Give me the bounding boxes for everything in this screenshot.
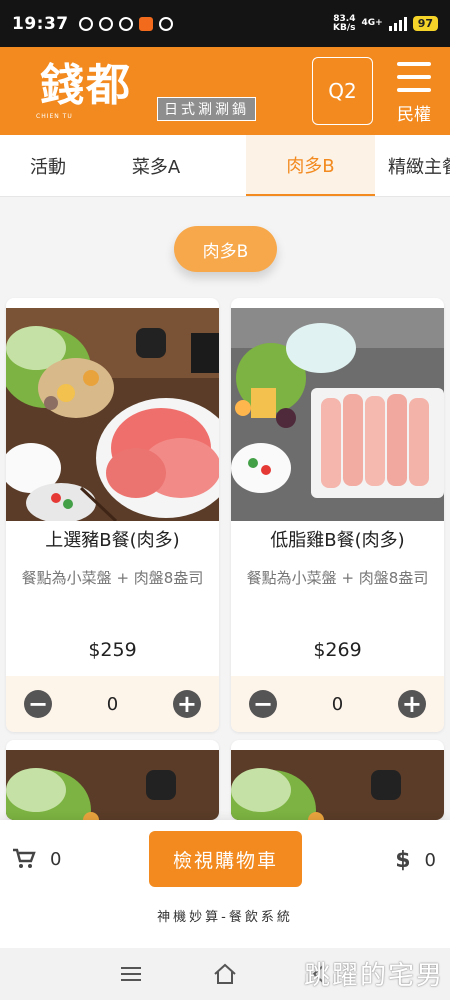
watermark: 跳躍的宅男 xyxy=(303,961,444,991)
product-description: 餐點為小菜盤 + 肉盤8盎司 xyxy=(21,569,204,587)
plus-button[interactable]: + xyxy=(172,690,201,718)
menu-button-label: 民權 xyxy=(397,105,431,125)
network-speed: 83.4 KB/s xyxy=(333,13,356,33)
minus-button[interactable]: − xyxy=(249,690,277,718)
product-image[interactable] xyxy=(231,750,444,820)
product-name: 低脂雞B餐(肉多) xyxy=(270,530,405,551)
status-right: 83.4 KB/s 4G+ 97 xyxy=(333,13,438,33)
quantity-value: 0 xyxy=(106,693,119,715)
product-image-chicken[interactable] xyxy=(231,308,444,521)
hamburger-icon xyxy=(397,62,431,92)
tab-premium-meals[interactable]: 精緻主餐 xyxy=(376,135,450,196)
menu-button[interactable]: 民權 xyxy=(388,59,440,129)
notification-icons xyxy=(78,16,173,31)
cart-total-value: 0 xyxy=(424,850,436,871)
status-bar: 19:37 83.4 KB/s 4G+ 97 xyxy=(0,0,450,47)
app-header: 錢都 CHIEN TU 日式涮涮鍋 Q2 民權 xyxy=(0,47,450,135)
signal-icon xyxy=(388,16,407,31)
network-type: 4G+ xyxy=(361,18,383,28)
view-cart-button[interactable]: 檢視購物車 xyxy=(149,831,302,887)
product-card: 上選豬B餐(肉多) 餐點為小菜盤 + 肉盤8盎司 $259 − 0 + xyxy=(6,298,219,732)
product-card: 低脂雞B餐(肉多) 餐點為小菜盤 + 肉盤8盎司 $269 − 0 + xyxy=(231,298,444,732)
category-tabs: 活動 菜多A 肉多B 精緻主餐 xyxy=(0,135,450,197)
cart-summary[interactable]: 0 xyxy=(12,848,61,870)
home-icon[interactable] xyxy=(213,962,237,986)
cart-count: 0 xyxy=(50,848,62,870)
footer-brand: 神機妙算-餐飲系統 xyxy=(157,910,293,925)
quantity-value: 0 xyxy=(331,693,344,715)
table-number-button[interactable]: Q2 xyxy=(312,57,373,125)
cart-bar: 0 檢視購物車 $ 0 神機妙算-餐飲系統 xyxy=(0,820,450,948)
line-app-icon xyxy=(78,16,93,31)
messenger-app-icon xyxy=(158,16,173,31)
recent-apps-icon[interactable] xyxy=(119,962,143,986)
minus-button[interactable]: − xyxy=(24,690,52,718)
battery-icon: 97 xyxy=(412,16,438,31)
threads-app-icon xyxy=(118,16,133,31)
cart-icon xyxy=(13,848,36,868)
taobao-app-icon xyxy=(138,16,153,31)
quantity-stepper: − 0 + xyxy=(231,676,444,732)
brand-tagline: 日式涮涮鍋 xyxy=(157,97,256,121)
product-price: $259 xyxy=(88,639,137,661)
quantity-stepper: − 0 + xyxy=(6,676,219,732)
product-name: 上選豬B餐(肉多) xyxy=(45,530,180,551)
tab-more-veg-a[interactable]: 菜多A xyxy=(96,135,216,196)
cart-total: $ 0 xyxy=(395,848,436,873)
product-card-partial xyxy=(6,740,219,820)
navigation-app-icon xyxy=(98,16,113,31)
brand-logo-subtext: CHIEN TU xyxy=(36,113,73,120)
tab-more-meat-b[interactable]: 肉多B xyxy=(246,135,375,196)
brand-logo: 錢都 xyxy=(40,60,132,111)
plus-button[interactable]: + xyxy=(397,690,426,718)
product-description: 餐點為小菜盤 + 肉盤8盎司 xyxy=(246,569,429,587)
product-card-partial xyxy=(231,740,444,820)
dollar-icon: $ xyxy=(395,848,411,873)
product-image-pork[interactable] xyxy=(6,308,219,521)
tab-activity[interactable]: 活動 xyxy=(0,135,96,196)
product-image[interactable] xyxy=(6,750,219,820)
category-heading-pill: 肉多B xyxy=(174,226,277,272)
status-time: 19:37 xyxy=(12,13,69,34)
product-price: $269 xyxy=(313,639,362,661)
